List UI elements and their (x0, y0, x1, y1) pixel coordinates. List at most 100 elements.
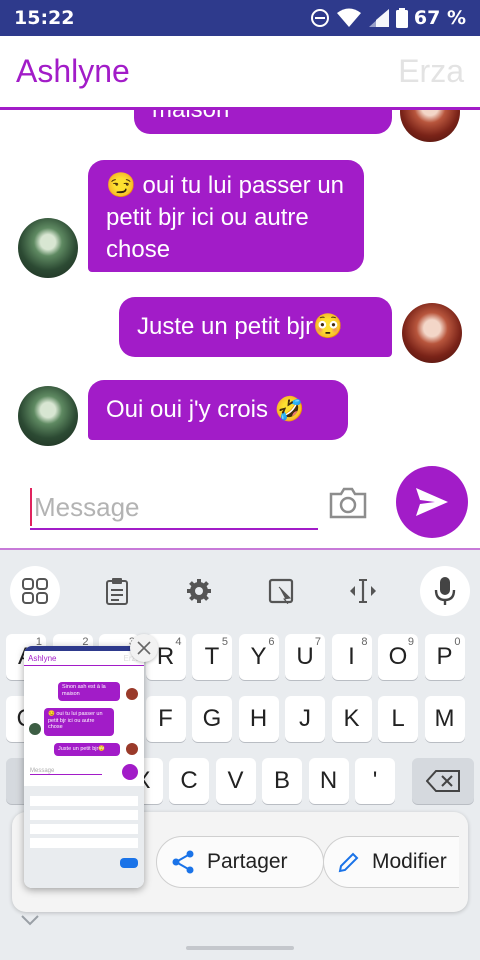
key-label: Y (250, 643, 267, 670)
edit-button[interactable]: Modifier (323, 836, 459, 888)
text-cursor-icon (350, 579, 376, 603)
clipboard-button[interactable] (92, 566, 142, 616)
thumb-avatar (126, 743, 138, 755)
message-bubble-received[interactable]: 😏 oui tu lui passer un petit bjr ici ou … (88, 160, 364, 272)
thumb-header: Ashlyne Erza (24, 651, 144, 666)
message-text: 😏 oui tu lui passer un petit bjr ici ou … (106, 172, 345, 263)
thumb-avatar (126, 688, 138, 700)
key-label: U (296, 643, 314, 670)
chevron-down-icon[interactable] (20, 914, 40, 926)
message-field (30, 488, 318, 530)
backspace-icon (426, 770, 460, 792)
apps-button[interactable] (10, 566, 60, 616)
contact-name[interactable]: Ashlyne (16, 53, 130, 90)
key-hint: 5 (221, 636, 228, 648)
message-text: Juste un petit bjr😳 (137, 313, 343, 340)
key[interactable]: T5 (192, 634, 232, 680)
theme-icon (268, 578, 294, 604)
key-label: O (388, 643, 408, 670)
settings-button[interactable] (174, 566, 224, 616)
voice-input-button[interactable] (420, 566, 470, 616)
navigation-handle[interactable] (186, 946, 294, 950)
clipboard-icon (106, 578, 128, 605)
composer (0, 458, 480, 550)
key[interactable]: K (331, 696, 372, 742)
key[interactable]: H (238, 696, 279, 742)
key-label: P (436, 643, 453, 670)
key[interactable]: P0 (424, 634, 465, 680)
key[interactable]: J (285, 696, 325, 742)
key[interactable]: O9 (378, 634, 418, 680)
thumb-bubble: Sinon ash est à la maison (58, 682, 120, 701)
key[interactable]: C (169, 758, 209, 804)
thumb-contact-name: Ashlyne (28, 653, 57, 663)
close-icon (137, 641, 151, 655)
message-bubble-received[interactable]: Oui oui j'y crois 🤣 (88, 380, 348, 440)
status-icons: 67 % (310, 7, 466, 29)
battery-level: 67 % (413, 7, 466, 29)
thumb-input: Message (30, 768, 102, 775)
key-hint: 8 (361, 636, 368, 648)
apps-grid-icon (22, 578, 48, 604)
key[interactable]: L (378, 696, 418, 742)
key[interactable]: G (192, 696, 232, 742)
message-input[interactable] (30, 488, 318, 526)
key[interactable]: Y6 (238, 634, 279, 680)
theme-button[interactable] (256, 566, 306, 616)
gear-icon (187, 579, 211, 603)
key[interactable]: B (262, 758, 302, 804)
key-label: T (204, 643, 220, 670)
close-preview-button[interactable] (130, 634, 158, 662)
key[interactable]: U7 (285, 634, 325, 680)
key-hint: 0 (454, 636, 461, 648)
share-button[interactable]: Partager (156, 836, 324, 888)
key[interactable]: M (424, 696, 465, 742)
thumb-keyboard (24, 786, 144, 888)
key[interactable]: V (215, 758, 256, 804)
status-time: 15:22 (14, 7, 75, 29)
thumb-send (122, 764, 138, 780)
key[interactable]: I8 (331, 634, 372, 680)
chat-header: Ashlyne Erza (0, 36, 480, 110)
avatar-ashlyne[interactable] (18, 386, 78, 446)
status-bar: 15:22 67 % (0, 0, 480, 36)
thumb-bubble: 😏 oui tu lui passer un petit bjr ici ou … (44, 708, 114, 736)
thumb-avatar (29, 723, 41, 735)
thumb-key-rows (30, 792, 138, 852)
wifi-icon (336, 8, 361, 27)
backspace-key[interactable] (412, 758, 474, 804)
share-label: Partager (207, 850, 288, 873)
avatar-ashlyne[interactable] (18, 218, 78, 278)
do-not-disturb-icon (310, 9, 329, 27)
signal-icon (368, 9, 389, 27)
avatar-erza[interactable] (402, 303, 462, 363)
key[interactable]: F (145, 696, 186, 742)
pencil-icon (338, 852, 359, 873)
key-label: R (156, 643, 175, 670)
keyboard-toolbar (0, 562, 480, 622)
message-text: maison (152, 110, 229, 123)
message-bubble-sent[interactable]: maison (134, 110, 392, 134)
message-list[interactable]: maison 😏 oui tu lui passer un petit bjr … (0, 110, 480, 458)
camera-icon[interactable] (328, 486, 368, 520)
avatar-erza[interactable] (400, 110, 460, 142)
thumb-bubble: Juste un petit bjr😳 (54, 743, 120, 756)
key[interactable]: N (308, 758, 349, 804)
send-button[interactable] (396, 466, 468, 538)
key-hint: 6 (268, 636, 275, 648)
other-profile-name[interactable]: Erza (398, 53, 464, 90)
message-bubble-sent[interactable]: Juste un petit bjr😳 (119, 297, 392, 357)
battery-icon (395, 8, 408, 28)
key-label: I (348, 643, 355, 670)
cursor-control-button[interactable] (338, 566, 388, 616)
screenshot-preview[interactable]: Ashlyne Erza Sinon ash est à la maison 😏… (24, 646, 144, 888)
key[interactable]: ' (355, 758, 395, 804)
key-hint: 4 (175, 636, 182, 648)
message-text: Oui oui j'y crois 🤣 (106, 396, 305, 423)
share-icon (172, 850, 194, 874)
send-icon (416, 488, 448, 516)
edit-label: Modifier (372, 850, 447, 873)
microphone-icon (434, 577, 456, 605)
key-hint: 9 (407, 636, 414, 648)
key-hint: 7 (314, 636, 321, 648)
